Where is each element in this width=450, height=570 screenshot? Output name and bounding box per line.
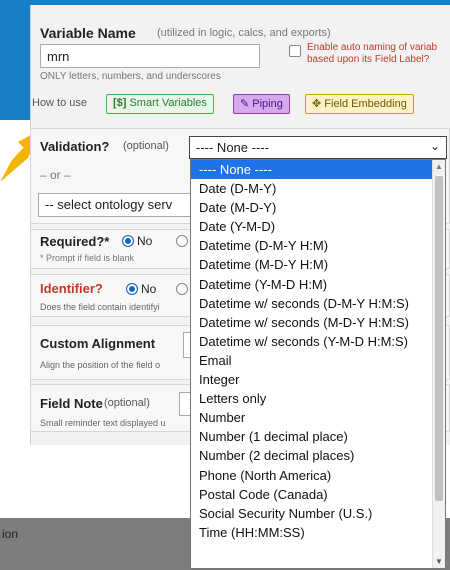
validation-option[interactable]: Number (1 decimal place) bbox=[191, 427, 434, 446]
variable-name-help: ONLY letters, numbers, and underscores bbox=[40, 71, 221, 82]
identifier-label: Identifier? bbox=[40, 281, 103, 296]
variable-name-input[interactable]: mrn bbox=[40, 44, 260, 68]
scroll-down-icon[interactable]: ▼ bbox=[435, 557, 443, 566]
scrollbar-thumb[interactable] bbox=[435, 176, 443, 501]
smart-variables-button[interactable]: [$] Smart Variables bbox=[106, 94, 214, 114]
required-yes-radio[interactable] bbox=[176, 235, 188, 247]
validation-optional-label: (optional) bbox=[123, 140, 169, 152]
custom-alignment-help: Align the position of the field o bbox=[40, 360, 161, 370]
validation-option[interactable]: Datetime w/ seconds (Y-M-D H:M:S) bbox=[191, 332, 434, 351]
validation-option[interactable]: Number (2 decimal places) bbox=[191, 446, 434, 465]
smart-variables-label: Smart Variables bbox=[129, 97, 207, 109]
identifier-help: Does the field contain identifyi bbox=[40, 302, 160, 312]
pencil-icon: ✎ bbox=[240, 98, 250, 110]
validation-option[interactable]: Number bbox=[191, 408, 434, 427]
field-note-label: Field Note bbox=[40, 396, 103, 411]
auto-naming-label: Enable auto naming of variab based upon … bbox=[307, 42, 438, 65]
validation-option[interactable]: Phone (North America) bbox=[191, 466, 434, 485]
validation-option[interactable]: Email bbox=[191, 351, 434, 370]
required-help: * Prompt if field is blank bbox=[40, 253, 135, 263]
identifier-yes-radio[interactable] bbox=[176, 283, 188, 295]
move-icon: ✥ bbox=[312, 98, 322, 110]
validation-option[interactable]: Postal Code (Canada) bbox=[191, 485, 434, 504]
validation-option[interactable]: ---- None ---- bbox=[191, 160, 434, 180]
validation-label: Validation? bbox=[40, 139, 110, 154]
validation-option[interactable]: Datetime (D-M-Y H:M) bbox=[191, 236, 434, 255]
validation-option[interactable]: Datetime (M-D-Y H:M) bbox=[191, 255, 434, 274]
validation-option[interactable]: Integer bbox=[191, 370, 434, 389]
auto-naming-checkbox[interactable] bbox=[289, 45, 301, 57]
validation-selected-value: ---- None ---- bbox=[196, 140, 269, 155]
piping-button[interactable]: ✎ Piping bbox=[233, 94, 290, 114]
validation-option[interactable]: Social Security Number (U.S.) bbox=[191, 504, 434, 523]
variable-name-hint: (utilized in logic, calcs, and exports) bbox=[157, 27, 331, 39]
validation-option[interactable]: Datetime w/ seconds (M-D-Y H:M:S) bbox=[191, 313, 434, 332]
dropdown-scrollbar[interactable]: ▲ ▼ bbox=[432, 160, 445, 568]
custom-alignment-label: Custom Alignment bbox=[40, 336, 156, 351]
identifier-no-label: No bbox=[141, 282, 157, 296]
variable-name-title: Variable Name bbox=[40, 25, 136, 41]
or-divider-text: – or – bbox=[40, 168, 71, 182]
field-embedding-button[interactable]: ✥ Field Embedding bbox=[305, 94, 414, 114]
validation-dropdown-list[interactable]: ---- None ---- Date (D-M-Y) Date (M-D-Y) Da… bbox=[190, 159, 446, 569]
validation-option[interactable]: Datetime w/ seconds (D-M-Y H:M:S) bbox=[191, 294, 434, 313]
scroll-up-icon[interactable]: ▲ bbox=[435, 162, 443, 171]
required-label: Required?* bbox=[40, 234, 110, 249]
validation-option[interactable]: Date (D-M-Y) bbox=[191, 179, 434, 198]
required-no-label: No bbox=[137, 234, 153, 248]
identifier-no-radio[interactable] bbox=[126, 283, 138, 295]
required-no-radio[interactable] bbox=[122, 235, 134, 247]
validation-option[interactable]: Letters only bbox=[191, 389, 434, 408]
ontology-service-select[interactable]: -- select ontology serv bbox=[38, 193, 198, 217]
validation-option[interactable]: Date (M-D-Y) bbox=[191, 198, 434, 217]
validation-option[interactable]: Date (Y-M-D) bbox=[191, 217, 434, 236]
field-note-help: Small reminder text displayed u bbox=[40, 418, 166, 428]
smart-variables-icon: [$] bbox=[113, 97, 127, 109]
validation-select[interactable]: ---- None ---- ⌄ bbox=[189, 136, 447, 159]
footer-text: ion bbox=[2, 527, 19, 541]
how-to-use-label: How to use bbox=[32, 97, 88, 109]
chevron-down-icon: ⌄ bbox=[429, 139, 440, 153]
piping-label: Piping bbox=[252, 98, 283, 110]
field-note-optional-label: (optional) bbox=[104, 397, 150, 409]
field-embedding-label: Field Embedding bbox=[324, 98, 407, 110]
validation-options: ---- None ---- Date (D-M-Y) Date (M-D-Y) Da… bbox=[191, 160, 434, 542]
validation-option[interactable]: Datetime (Y-M-D H:M) bbox=[191, 275, 434, 294]
validation-option[interactable]: Time (HH:MM:SS) bbox=[191, 523, 434, 542]
